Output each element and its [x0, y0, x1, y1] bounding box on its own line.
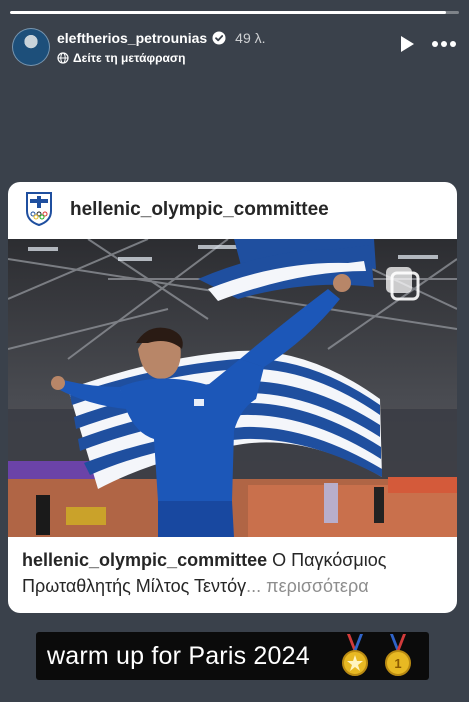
more-icon[interactable] [431, 36, 457, 52]
caption-more-link[interactable]: ... περισσότερα [246, 576, 368, 596]
user-line: eleftherios_petrounias 49 λ. [57, 30, 266, 46]
post-caption[interactable]: hellenic_olympic_committee Ο Παγκόσμιος … [22, 547, 447, 599]
caption-username[interactable]: hellenic_olympic_committee [22, 550, 267, 570]
avatar[interactable] [12, 28, 50, 66]
story-header: eleftherios_petrounias 49 λ. Δείτε τη με… [12, 24, 457, 68]
post-header: hellenic_olympic_committee [8, 182, 457, 239]
story-progress-bar [10, 11, 459, 14]
story-progress-fill [10, 11, 446, 14]
translate-label[interactable]: Δείτε τη μετάφραση [73, 51, 185, 65]
olympic-committee-logo-icon[interactable] [25, 191, 53, 227]
verified-icon [212, 31, 226, 45]
globe-icon [57, 52, 69, 64]
username[interactable]: eleftherios_petrounias [57, 30, 207, 46]
post-account-name[interactable]: hellenic_olympic_committee [70, 199, 329, 221]
svg-text:1: 1 [394, 656, 401, 671]
play-icon[interactable] [397, 34, 417, 54]
post-time: 49 λ. [235, 30, 266, 46]
post-photo[interactable] [8, 239, 457, 537]
text-sticker: warm up for Paris 2024 1 [36, 632, 429, 680]
medal-icon: 1 [385, 634, 411, 676]
translate-link[interactable]: Δείτε τη μετάφραση [57, 51, 185, 65]
medal-icon [342, 634, 368, 676]
sticker-text: warm up for Paris 2024 [47, 641, 310, 670]
shared-post-card[interactable]: hellenic_olympic_committee hellenic_olym… [8, 182, 457, 613]
